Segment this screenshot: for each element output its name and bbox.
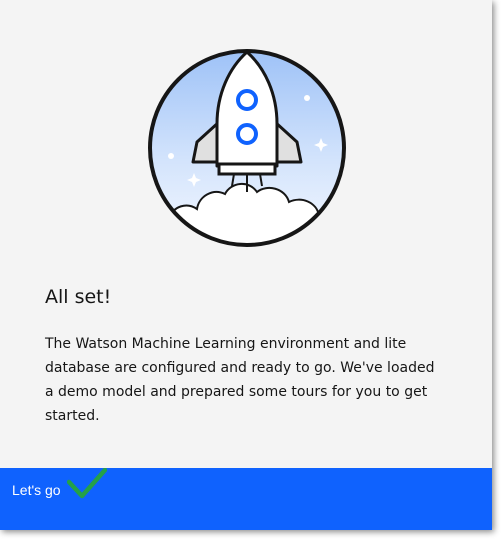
dialog-body: The Watson Machine Learning environment … (45, 336, 435, 424)
onboarding-dialog: All set! The Watson Machine Learning env… (0, 0, 492, 530)
rocket-launch-illustration (148, 49, 346, 247)
lets-go-button[interactable]: Let's go (0, 468, 492, 530)
lets-go-label: Let's go (12, 482, 61, 498)
checkmark-icon (67, 468, 107, 499)
dialog-title: All set! (45, 286, 112, 308)
